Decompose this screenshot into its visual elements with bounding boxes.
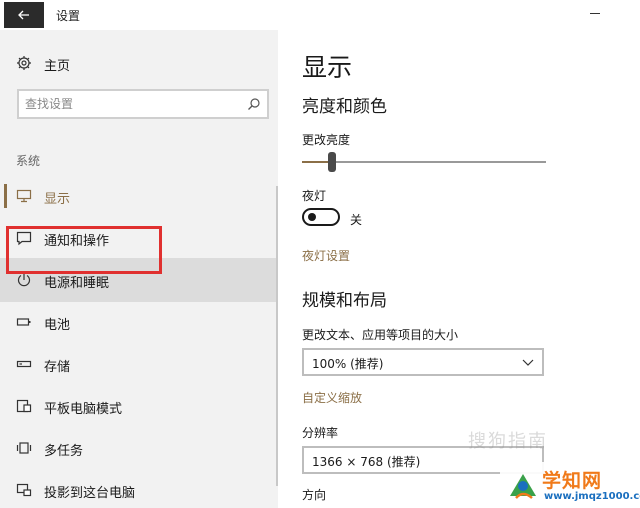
main-content: 显示 亮度和颜色 更改亮度 夜灯 关 夜灯设置 规模和布局 更改文本、应用等项目… xyxy=(278,30,640,508)
sidebar-item-project[interactable]: 投影到这台电脑 xyxy=(0,470,278,508)
sidebar-item-label: 多任务 xyxy=(44,444,84,459)
sidebar-item-battery[interactable]: 电池 xyxy=(0,302,278,342)
minimize-button[interactable] xyxy=(590,13,600,14)
night-light-label: 夜灯 xyxy=(302,189,327,203)
window-title: 设置 xyxy=(56,9,81,23)
sidebar-item-label: 存储 xyxy=(44,360,71,375)
gear-icon xyxy=(17,56,31,70)
search-icon[interactable] xyxy=(247,97,261,111)
sidebar-item-home[interactable]: 主页 xyxy=(0,50,278,76)
text-size-dropdown[interactable]: 100% (推荐) xyxy=(302,348,544,376)
chevron-down-icon xyxy=(522,359,534,366)
multitask-icon xyxy=(16,442,32,454)
power-icon xyxy=(17,273,31,287)
watermark-url: www.jmqz1000.com xyxy=(544,491,640,502)
search-input[interactable] xyxy=(25,96,245,112)
project-icon xyxy=(16,483,32,497)
brightness-label: 更改亮度 xyxy=(302,133,351,147)
battery-icon xyxy=(16,318,31,326)
storage-icon xyxy=(16,360,32,368)
orientation-label: 方向 xyxy=(302,488,327,502)
resolution-label: 分辨率 xyxy=(302,426,339,440)
sidebar-item-storage[interactable]: 存储 xyxy=(0,344,278,384)
night-light-state: 关 xyxy=(350,213,363,227)
section-label: 系统 xyxy=(16,154,41,168)
page-title: 显示 xyxy=(302,53,353,82)
dropdown-value: 1366 × 768 (推荐) xyxy=(312,455,421,469)
dropdown-value: 100% (推荐) xyxy=(312,357,384,371)
brightness-slider[interactable] xyxy=(302,152,546,172)
sidebar-item-label: 电源和睡眠 xyxy=(44,276,110,291)
slider-track xyxy=(302,161,546,163)
custom-scaling-link[interactable]: 自定义缩放 xyxy=(302,389,362,406)
text-size-label: 更改文本、应用等项目的大小 xyxy=(302,328,459,342)
monitor-icon xyxy=(16,189,32,203)
sidebar-item-label: 平板电脑模式 xyxy=(44,402,123,417)
back-button[interactable] xyxy=(4,2,44,28)
brightness-section-heading: 亮度和颜色 xyxy=(302,97,387,117)
annotation-highlight-box xyxy=(6,226,162,274)
person-logo-icon xyxy=(510,474,536,499)
night-light-settings-link[interactable]: 夜灯设置 xyxy=(302,247,350,264)
scale-section-heading: 规模和布局 xyxy=(302,291,387,311)
site-watermark: 学知网 www.jmqz1000.com xyxy=(500,462,640,508)
sidebar-item-label: 主页 xyxy=(44,59,71,74)
faint-watermark-text: 搜狗指南 xyxy=(468,431,548,452)
active-indicator xyxy=(4,184,7,208)
slider-thumb[interactable] xyxy=(328,152,336,172)
sidebar-item-label: 电池 xyxy=(44,318,71,333)
search-box[interactable] xyxy=(17,89,269,119)
tablet-icon xyxy=(16,399,32,413)
back-arrow-icon xyxy=(18,10,29,20)
sidebar-item-label: 显示 xyxy=(44,192,71,207)
title-bar: 设置 xyxy=(0,0,640,30)
sidebar-item-multitasking[interactable]: 多任务 xyxy=(0,428,278,468)
sidebar-item-tablet-mode[interactable]: 平板电脑模式 xyxy=(0,386,278,426)
night-light-toggle[interactable] xyxy=(302,208,340,226)
sidebar-item-label: 投影到这台电脑 xyxy=(44,486,136,501)
toggle-knob xyxy=(308,213,316,221)
sidebar-item-display[interactable]: 显示 xyxy=(0,176,278,216)
watermark-title: 学知网 xyxy=(542,470,603,492)
